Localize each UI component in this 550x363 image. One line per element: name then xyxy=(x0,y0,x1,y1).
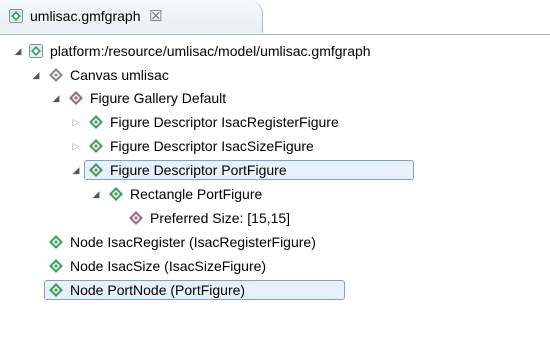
node-icon xyxy=(49,259,63,273)
editor-tab[interactable]: umlisac.gmfgraph ☒ xyxy=(0,0,263,33)
model-tree: ◢ platform:/resource/umlisac/model/umlis… xyxy=(0,34,550,363)
figure-descriptor-icon xyxy=(89,139,103,153)
tree-item-label: Figure Gallery Default xyxy=(90,90,227,106)
close-icon[interactable]: ☒ xyxy=(149,7,162,25)
figure-descriptor-icon xyxy=(89,163,103,177)
tree-item-label: Rectangle PortFigure xyxy=(130,186,263,202)
expanded-arrow-icon[interactable]: ◢ xyxy=(12,40,24,62)
tree-item-label: Preferred Size: [15,15] xyxy=(150,210,291,226)
collapsed-arrow-icon[interactable]: ▷ xyxy=(70,135,82,157)
node-icon xyxy=(49,235,63,249)
tree-item-label: Figure Descriptor IsacSizeFigure xyxy=(110,138,314,154)
expanded-arrow-icon[interactable]: ◢ xyxy=(50,87,62,109)
expanded-arrow-icon[interactable]: ◢ xyxy=(90,183,102,205)
rectangle-icon xyxy=(109,187,123,201)
collapsed-arrow-icon[interactable]: ▷ xyxy=(70,111,82,133)
tree-item-label: Node IsacRegister (IsacRegisterFigure) xyxy=(70,234,316,250)
gmfgraph-file-icon xyxy=(29,44,43,58)
tree-item-label: Figure Descriptor IsacRegisterFigure xyxy=(110,114,339,130)
gmfgraph-file-icon xyxy=(9,9,23,23)
expanded-arrow-icon[interactable]: ◢ xyxy=(70,159,82,181)
canvas-icon xyxy=(49,68,63,82)
editor-tab-title: umlisac.gmfgraph xyxy=(30,8,141,24)
figure-gallery-icon xyxy=(69,91,83,105)
tree-item-label: Node IsacSize (IsacSizeFigure) xyxy=(70,258,267,274)
figure-descriptor-icon xyxy=(89,115,103,129)
preferred-size-icon xyxy=(129,211,143,225)
tree-item-label: platform:/resource/umlisac/model/umlisac… xyxy=(50,43,371,59)
tree-item-label: Figure Descriptor PortFigure xyxy=(110,162,287,178)
node-icon xyxy=(49,283,63,297)
expanded-arrow-icon[interactable]: ◢ xyxy=(30,64,42,86)
editor-tab-bar: umlisac.gmfgraph ☒ xyxy=(0,0,550,35)
tree-item-label: Node PortNode (PortFigure) xyxy=(70,282,246,298)
tree-item-label: Canvas umlisac xyxy=(70,67,169,83)
